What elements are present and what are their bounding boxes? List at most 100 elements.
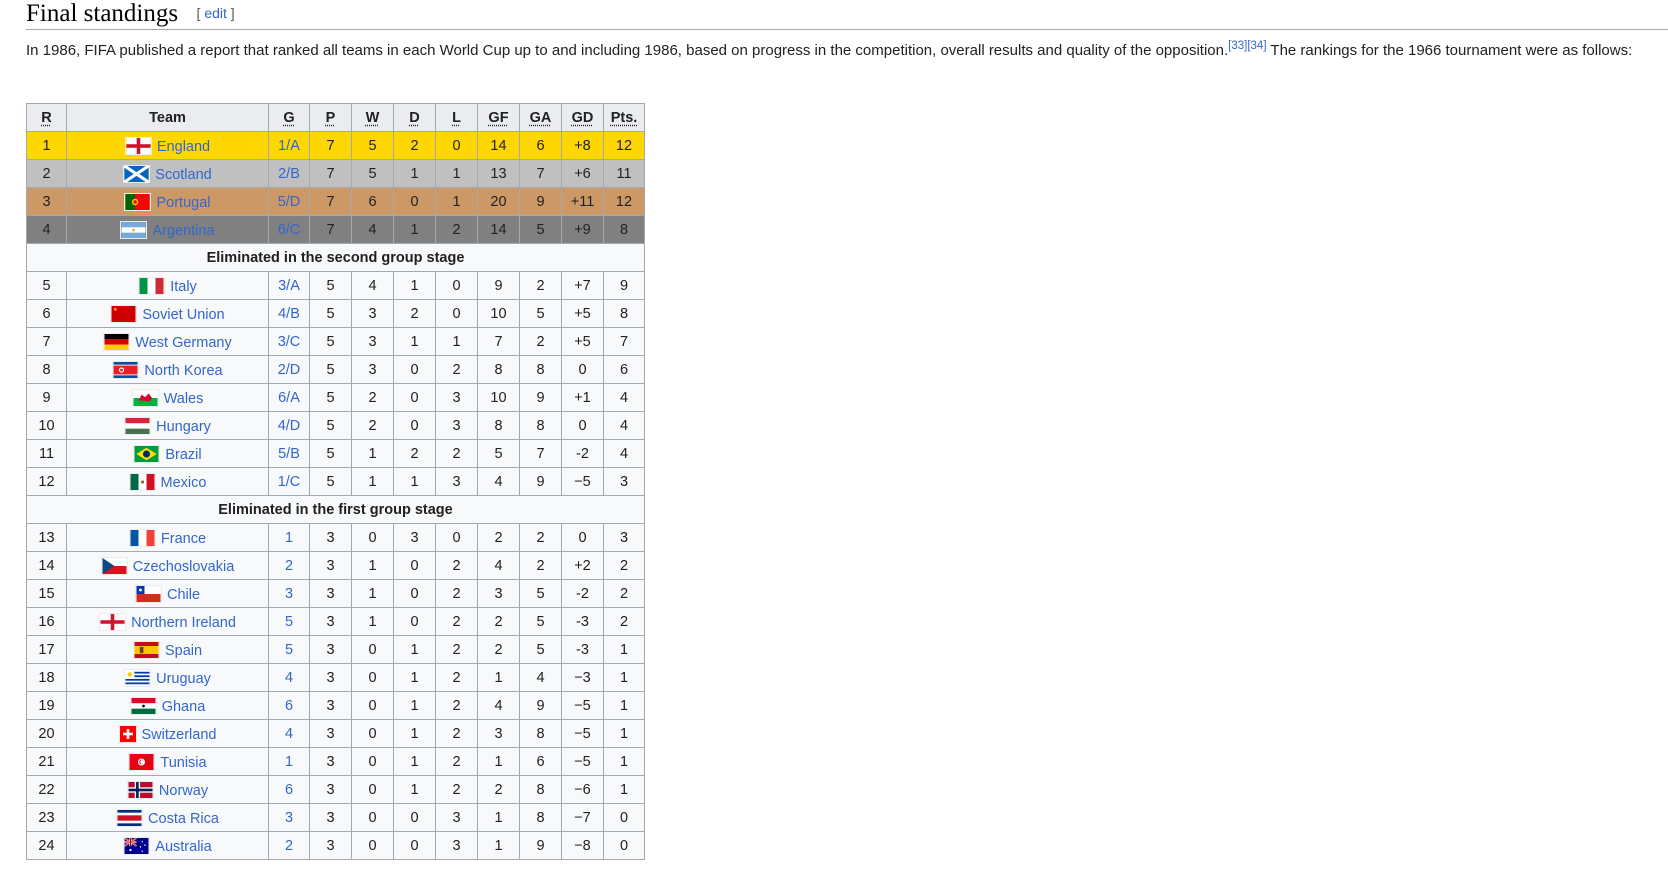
west-germany-flag-icon[interactable]	[103, 332, 131, 351]
portugal-flag-icon[interactable]	[124, 192, 152, 211]
spain-flag-icon[interactable]	[132, 640, 160, 659]
lost-cell: 2	[435, 719, 478, 748]
group-link[interactable]: 4/D	[278, 418, 301, 434]
group-link[interactable]: 5	[285, 642, 293, 658]
ghana-flag-icon[interactable]	[129, 696, 157, 715]
header-drawn: D	[393, 103, 436, 132]
team-link-switzerland[interactable]: Switzerland	[142, 727, 217, 743]
reference-33[interactable]: [33]	[1228, 40, 1247, 52]
argentina-flag-icon[interactable]	[120, 220, 148, 239]
reference-34[interactable]: [34]	[1247, 40, 1266, 52]
goals-for-cell: 4	[477, 467, 520, 496]
uruguay-flag-icon[interactable]	[124, 668, 152, 687]
table-row: 6 Soviet Union 4/B 5 3 2 0 10 5 +5 8	[26, 299, 645, 328]
group-link[interactable]: 2	[285, 558, 293, 574]
won-cell: 1	[351, 551, 394, 580]
group-link[interactable]: 6	[285, 698, 293, 714]
rank-cell: 10	[26, 411, 67, 440]
team-link-england[interactable]: England	[157, 139, 210, 155]
team-cell: Scotland	[66, 159, 269, 188]
team-link-czechoslovakia[interactable]: Czechoslovakia	[133, 559, 235, 575]
goals-against-cell: 8	[519, 719, 562, 748]
group-link[interactable]: 2	[285, 838, 293, 854]
goals-against-cell: 9	[519, 831, 562, 860]
header-goal-difference: GD	[561, 103, 604, 132]
team-link-scotland[interactable]: Scotland	[155, 167, 211, 183]
group-link[interactable]: 3	[285, 810, 293, 826]
group-link[interactable]: 5/D	[278, 194, 301, 210]
costa-rica-flag-icon[interactable]	[116, 808, 144, 827]
group-link[interactable]: 1/A	[278, 138, 300, 154]
team-link-australia[interactable]: Australia	[155, 839, 211, 855]
played-cell: 5	[309, 327, 352, 356]
northern-ireland-flag-icon[interactable]	[99, 612, 127, 631]
team-link-northern-ireland[interactable]: Northern Ireland	[131, 615, 236, 631]
played-cell: 7	[309, 187, 352, 216]
group-link[interactable]: 4	[285, 726, 293, 742]
group-link[interactable]: 4	[285, 670, 293, 686]
australia-flag-icon[interactable]	[123, 836, 151, 855]
team-link-mexico[interactable]: Mexico	[161, 475, 207, 491]
group-link[interactable]: 2/D	[278, 362, 301, 378]
scotland-flag-icon[interactable]	[123, 164, 151, 183]
czechoslovakia-flag-icon[interactable]	[100, 556, 128, 575]
team-link-wales[interactable]: Wales	[164, 391, 204, 407]
goal-difference-cell: +2	[561, 551, 604, 580]
italy-flag-icon[interactable]	[138, 276, 166, 295]
group-link[interactable]: 1/C	[278, 474, 301, 490]
group-link[interactable]: 3	[285, 586, 293, 602]
drawn-cell: 1	[393, 467, 436, 496]
group-link[interactable]: 2/B	[278, 166, 300, 182]
group-link[interactable]: 1	[285, 754, 293, 770]
won-cell: 1	[351, 607, 394, 636]
edit-link[interactable]: edit	[204, 5, 227, 21]
wales-flag-icon[interactable]	[131, 388, 159, 407]
group-link[interactable]: 5/B	[278, 446, 300, 462]
drawn-cell: 2	[393, 131, 436, 160]
france-flag-icon[interactable]	[128, 528, 156, 547]
north-korea-flag-icon[interactable]	[112, 360, 140, 379]
group-link[interactable]: 6/C	[278, 222, 301, 238]
section-row-first-group-stage: Eliminated in the first group stage	[26, 495, 645, 524]
drawn-cell: 0	[393, 803, 436, 832]
group-link[interactable]: 6	[285, 782, 293, 798]
hungary-flag-icon[interactable]	[124, 416, 152, 435]
team-link-argentina[interactable]: Argentina	[152, 223, 214, 239]
brazil-flag-icon[interactable]	[133, 444, 161, 463]
team-link-west-germany[interactable]: West Germany	[135, 335, 231, 351]
chile-flag-icon[interactable]	[134, 584, 162, 603]
team-link-north-korea[interactable]: North Korea	[144, 363, 222, 379]
team-link-chile[interactable]: Chile	[167, 587, 200, 603]
team-link-italy[interactable]: Italy	[170, 279, 197, 295]
goals-against-cell: 5	[519, 635, 562, 664]
group-link[interactable]: 3/C	[278, 334, 301, 350]
team-link-portugal[interactable]: Portugal	[156, 195, 210, 211]
goal-difference-cell: +5	[561, 327, 604, 356]
team-link-spain[interactable]: Spain	[165, 643, 202, 659]
group-cell: 4/D	[268, 411, 310, 440]
table-row: 2 Scotland 2/B 7 5 1 1 13 7 +6 11	[26, 159, 645, 188]
group-link[interactable]: 6/A	[278, 390, 300, 406]
team-link-costa-rica[interactable]: Costa Rica	[148, 811, 219, 827]
england-flag-icon[interactable]	[124, 136, 152, 155]
group-link[interactable]: 4/B	[278, 306, 300, 322]
group-link[interactable]: 3/A	[278, 278, 300, 294]
soviet-union-flag-icon[interactable]	[110, 304, 138, 323]
team-link-norway[interactable]: Norway	[159, 783, 208, 799]
group-cell: 3/C	[268, 327, 310, 356]
group-link[interactable]: 1	[285, 530, 293, 546]
team-link-tunisia[interactable]: Tunisia	[160, 755, 206, 771]
team-link-hungary[interactable]: Hungary	[156, 419, 211, 435]
switzerland-flag-icon[interactable]	[118, 724, 137, 743]
team-link-soviet-union[interactable]: Soviet Union	[142, 307, 224, 323]
team-link-france[interactable]: France	[161, 531, 206, 547]
lost-cell: 2	[435, 663, 478, 692]
tunisia-flag-icon[interactable]	[128, 752, 156, 771]
group-link[interactable]: 5	[285, 614, 293, 630]
mexico-flag-icon[interactable]	[128, 472, 156, 491]
lost-cell: 0	[435, 131, 478, 160]
team-link-uruguay[interactable]: Uruguay	[156, 671, 211, 687]
norway-flag-icon[interactable]	[126, 780, 154, 799]
team-link-ghana[interactable]: Ghana	[162, 699, 206, 715]
team-link-brazil[interactable]: Brazil	[165, 447, 201, 463]
